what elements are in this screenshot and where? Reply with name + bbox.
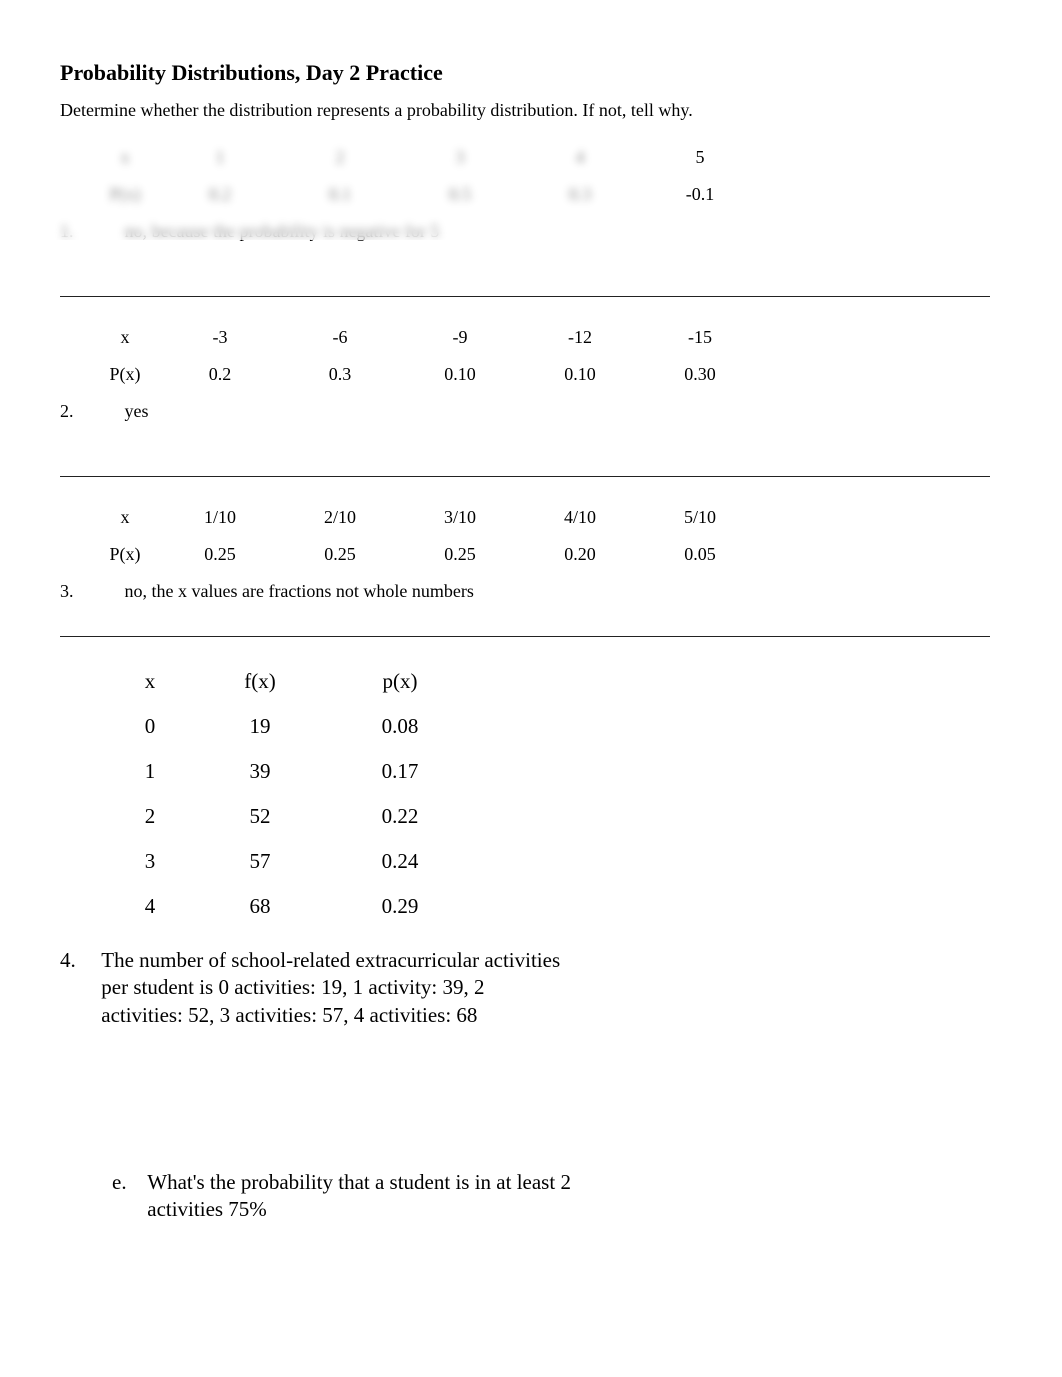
q2-x-2: -9 (400, 319, 520, 356)
q4-header-x: x (110, 659, 190, 704)
q2-table: x -3 -6 -9 -12 -15 P(x) 0.2 0.3 0.10 0.1… (90, 319, 760, 393)
instruction-text: Determine whether the distribution repre… (60, 100, 1002, 121)
table-row: P(x) 0.2 0.1 0.5 0.3 -0.1 (90, 176, 760, 213)
question-1-block: x 1 2 3 4 5 P(x) 0.2 0.1 0.5 0.3 -0.1 1.… (60, 139, 1002, 272)
q1-x-1: 2 (280, 139, 400, 176)
q2-x-label: x (90, 319, 160, 356)
divider (60, 296, 990, 297)
q3-number: 3. (60, 581, 110, 602)
question-2-block: x -3 -6 -9 -12 -15 P(x) 0.2 0.3 0.10 0.1… (60, 319, 1002, 452)
q1-x-4: 5 (640, 139, 760, 176)
q2-p-label: P(x) (90, 356, 160, 393)
q4-row2-x: 2 (110, 794, 190, 839)
q4-table: x f(x) p(x) 0 19 0.08 1 39 0.17 2 52 0.2… (110, 659, 470, 929)
q4-row4-f: 68 (190, 884, 330, 929)
q2-number: 2. (60, 401, 110, 422)
q4-header-p: p(x) (330, 659, 470, 704)
q4-row3-x: 3 (110, 839, 190, 884)
q4-prompt: The number of school-related extracurric… (101, 947, 571, 1029)
q2-p-3: 0.10 (520, 356, 640, 393)
q2-p-4: 0.30 (640, 356, 760, 393)
q4-row1-f: 39 (190, 749, 330, 794)
q3-x-4: 5/10 (640, 499, 760, 536)
q3-answer-row: 3. no, the x values are fractions not wh… (60, 581, 1002, 612)
blur-overlay-bottom (80, 1311, 240, 1339)
q1-p-1: 0.1 (280, 176, 400, 213)
q1-x-0: 1 (160, 139, 280, 176)
q2-x-1: -6 (280, 319, 400, 356)
q1-p-3: 0.3 (520, 176, 640, 213)
q1-p-4: -0.1 (640, 176, 760, 213)
q3-p-3: 0.20 (520, 536, 640, 573)
q1-answer-row: 1. no, because the probability is negati… (60, 221, 1002, 272)
q3-x-3: 4/10 (520, 499, 640, 536)
q3-x-1: 2/10 (280, 499, 400, 536)
table-row: x f(x) p(x) (110, 659, 470, 704)
q4-row3-p: 0.24 (330, 839, 470, 884)
table-row: 2 52 0.22 (110, 794, 470, 839)
q3-answer: no, the x values are fractions not whole… (125, 581, 474, 602)
q1-answer: no, because the probability is negative … (125, 221, 440, 242)
table-row: 4 68 0.29 (110, 884, 470, 929)
q2-answer-row: 2. yes (60, 401, 1002, 452)
q3-x-2: 3/10 (400, 499, 520, 536)
q2-p-1: 0.3 (280, 356, 400, 393)
q2-answer: yes (125, 401, 149, 422)
q4-row0-p: 0.08 (330, 704, 470, 749)
q4-row2-p: 0.22 (330, 794, 470, 839)
table-row: x 1 2 3 4 5 (90, 139, 760, 176)
divider (60, 476, 990, 477)
table-row: 0 19 0.08 (110, 704, 470, 749)
q4-row0-x: 0 (110, 704, 190, 749)
q3-p-2: 0.25 (400, 536, 520, 573)
table-row: 1 39 0.17 (110, 749, 470, 794)
q1-p-0: 0.2 (160, 176, 280, 213)
q4-sub-e: e. What's the probability that a student… (112, 1169, 632, 1224)
q1-p-label: P(x) (90, 176, 160, 213)
q4-question-text: 4. The number of school-related extracur… (60, 947, 580, 1029)
q4-header-f: f(x) (190, 659, 330, 704)
q4-row3-f: 57 (190, 839, 330, 884)
q2-p-0: 0.2 (160, 356, 280, 393)
q1-x-label: x (90, 139, 160, 176)
q4-sub-e-text: What's the probability that a student is… (147, 1169, 607, 1224)
q2-x-0: -3 (160, 319, 280, 356)
q2-p-2: 0.10 (400, 356, 520, 393)
q4-row1-p: 0.17 (330, 749, 470, 794)
q1-x-3: 4 (520, 139, 640, 176)
q4-row4-p: 0.29 (330, 884, 470, 929)
q1-number: 1. (60, 221, 110, 242)
table-row: x -3 -6 -9 -12 -15 (90, 319, 760, 356)
q2-x-3: -12 (520, 319, 640, 356)
table-row: 3 57 0.24 (110, 839, 470, 884)
q1-table: x 1 2 3 4 5 P(x) 0.2 0.1 0.5 0.3 -0.1 (90, 139, 760, 213)
q4-row4-x: 4 (110, 884, 190, 929)
q3-x-0: 1/10 (160, 499, 280, 536)
q4-row0-f: 19 (190, 704, 330, 749)
table-row: P(x) 0.2 0.3 0.10 0.10 0.30 (90, 356, 760, 393)
q4-sub-e-letter: e. (112, 1169, 142, 1196)
q3-x-label: x (90, 499, 160, 536)
q1-p-2: 0.5 (400, 176, 520, 213)
q1-x-2: 3 (400, 139, 520, 176)
q3-p-1: 0.25 (280, 536, 400, 573)
question-4-block: x f(x) p(x) 0 19 0.08 1 39 0.17 2 52 0.2… (60, 659, 1002, 1223)
q3-p-4: 0.05 (640, 536, 760, 573)
q3-p-0: 0.25 (160, 536, 280, 573)
q3-table: x 1/10 2/10 3/10 4/10 5/10 P(x) 0.25 0.2… (90, 499, 760, 573)
q3-p-label: P(x) (90, 536, 160, 573)
q4-number: 4. (60, 947, 96, 974)
q4-row2-f: 52 (190, 794, 330, 839)
divider (60, 636, 990, 637)
q4-row1-x: 1 (110, 749, 190, 794)
q2-x-4: -15 (640, 319, 760, 356)
page-title: Probability Distributions, Day 2 Practic… (60, 60, 1002, 86)
table-row: x 1/10 2/10 3/10 4/10 5/10 (90, 499, 760, 536)
table-row: P(x) 0.25 0.25 0.25 0.20 0.05 (90, 536, 760, 573)
question-3-block: x 1/10 2/10 3/10 4/10 5/10 P(x) 0.25 0.2… (60, 499, 1002, 612)
